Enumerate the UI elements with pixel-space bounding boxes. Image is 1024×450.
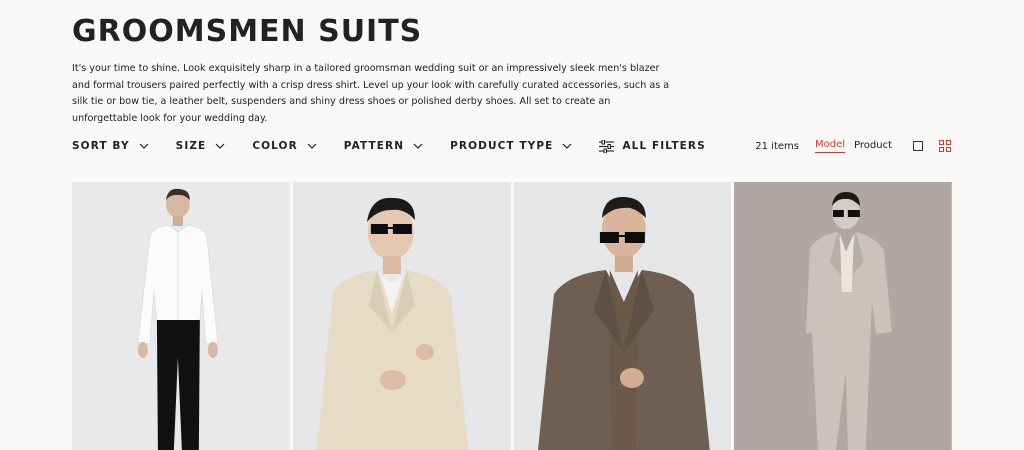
product-card[interactable] [72,182,290,450]
size-filter[interactable]: SIZE [176,140,226,152]
chevron-down-icon [413,143,423,149]
sort-by-dropdown[interactable]: SORT BY [72,140,149,152]
product-type-label: PRODUCT TYPE [450,140,554,152]
product-image [513,182,732,450]
product-grid [72,182,952,450]
page-title: GROOMSMEN SUITS [72,14,423,49]
page-description: It's your time to shine. Look exquisitel… [72,63,670,124]
product-image [734,182,952,450]
sliders-icon [599,139,615,153]
product-view-tab[interactable]: Product [854,140,892,153]
product-card[interactable] [513,182,732,450]
chevron-down-icon [563,143,572,149]
chevron-down-icon [307,143,317,149]
all-filters-button[interactable]: ALL FILTERS [599,139,706,153]
product-image [72,182,290,450]
chevron-down-icon [215,143,225,149]
model-view-tab[interactable]: Model [815,139,846,153]
pattern-label: PATTERN [343,140,405,152]
all-filters-label: ALL FILTERS [622,140,706,152]
product-card[interactable] [734,182,952,450]
sort-by-label: SORT BY [72,140,130,152]
pattern-filter[interactable]: PATTERN [344,140,423,152]
view-controls: 21 items Model Product [755,139,952,153]
single-column-view-icon[interactable] [913,141,923,151]
color-filter[interactable]: COLOR [252,140,317,152]
product-type-filter[interactable]: PRODUCT TYPE [450,140,572,152]
product-card[interactable] [292,182,511,450]
filter-bar: SORT BY SIZE COLOR PATTERN PRODUCT TYPE … [72,138,733,154]
size-label: SIZE [175,140,207,152]
product-image [292,182,511,450]
four-column-grid-icon[interactable] [939,139,952,153]
item-count: 21 items [755,140,799,152]
chevron-down-icon [139,143,149,149]
color-label: COLOR [252,140,298,152]
